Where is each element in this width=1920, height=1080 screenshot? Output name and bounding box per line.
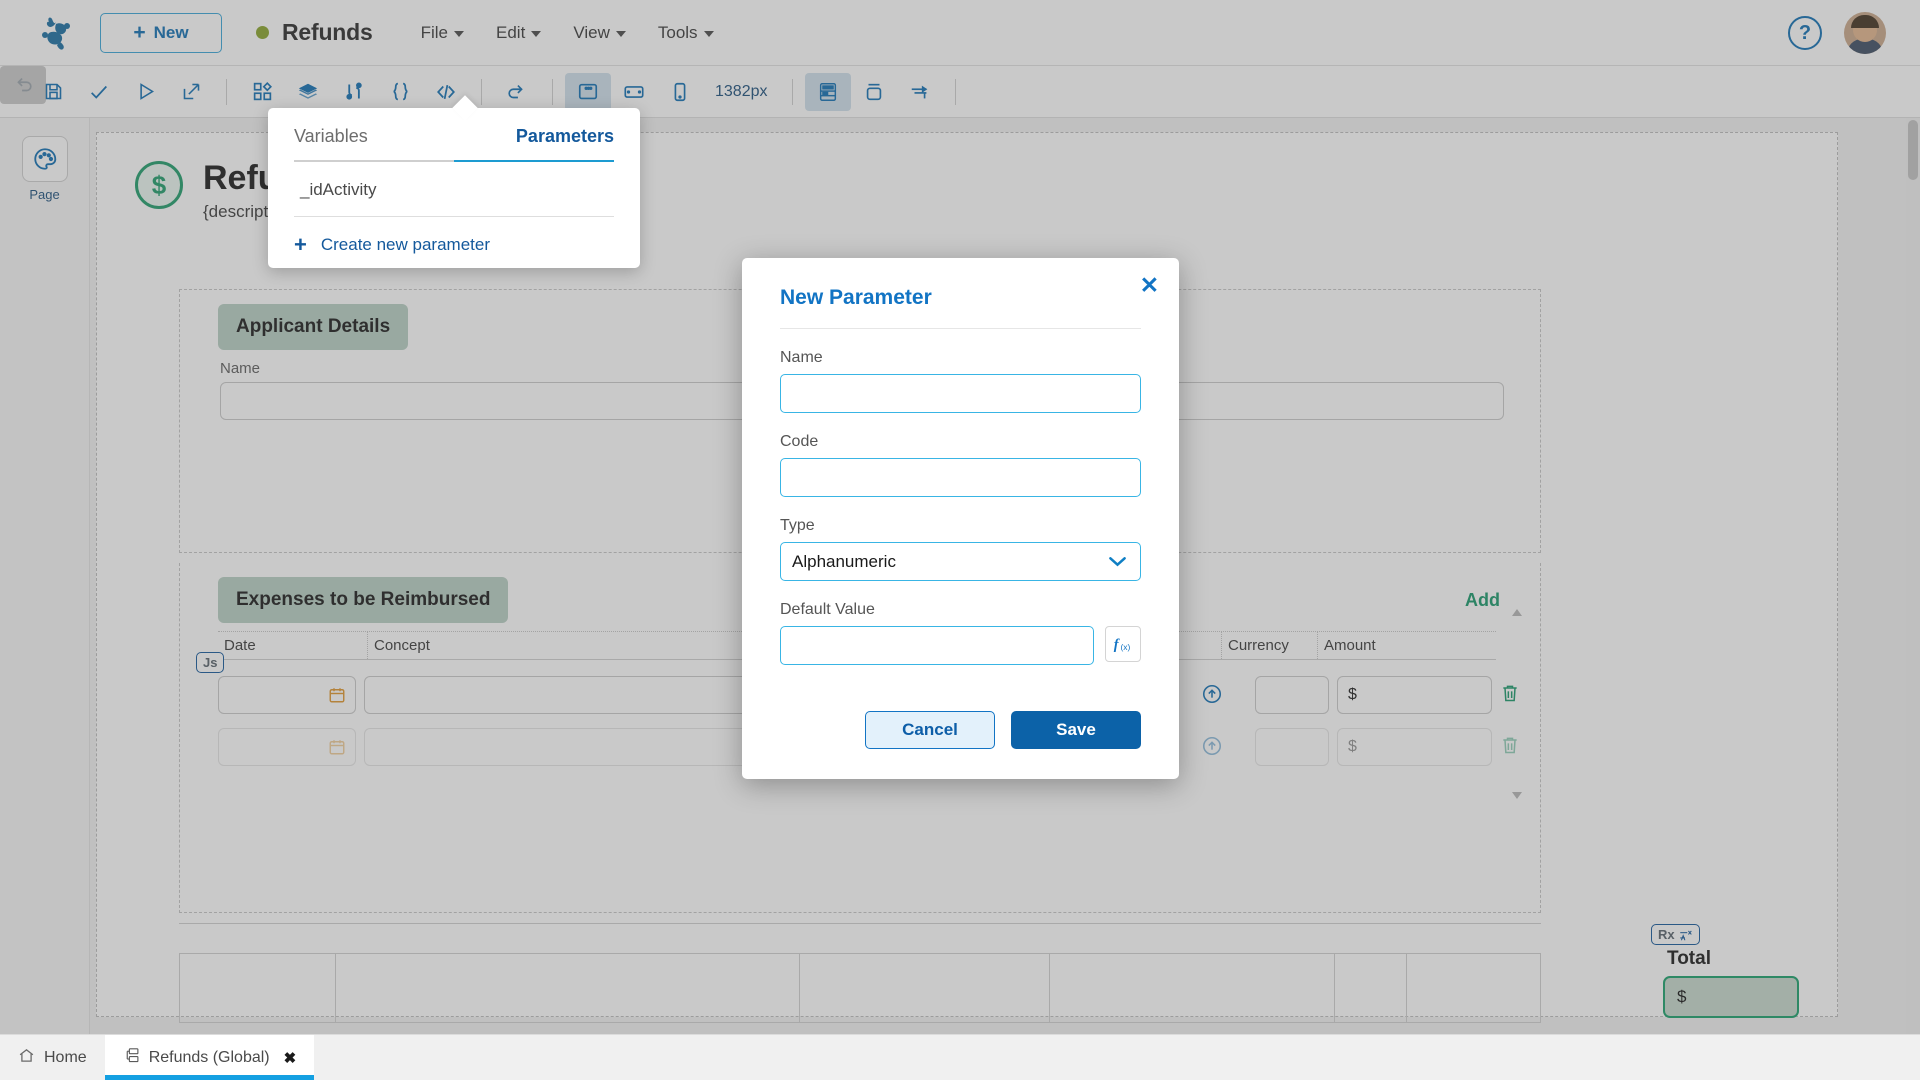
default-value-input[interactable] xyxy=(780,626,1094,665)
home-icon xyxy=(18,1047,35,1069)
footer-tab-home-label: Home xyxy=(44,1049,87,1067)
footer-tab-refunds[interactable]: Refunds (Global) ✖ xyxy=(105,1035,315,1080)
app-root: + New Refunds File Edit View Tools xyxy=(0,0,1920,1080)
code-input[interactable] xyxy=(780,458,1141,497)
parameters-popover[interactable]: Variables Parameters _idActivity + Creat… xyxy=(268,108,640,268)
parameter-list-item[interactable]: _idActivity xyxy=(294,162,614,217)
svg-text:(x): (x) xyxy=(1120,642,1130,652)
dialog-actions: Cancel Save xyxy=(780,711,1141,749)
name-input[interactable] xyxy=(780,374,1141,413)
plus-icon: + xyxy=(294,234,307,256)
footer-tab-home[interactable]: Home xyxy=(0,1035,105,1080)
label-default-value: Default Value xyxy=(780,601,1141,619)
popover-tabs: Variables Parameters xyxy=(294,108,614,160)
close-icon[interactable]: ✖ xyxy=(284,1049,297,1067)
dialog-divider xyxy=(780,328,1141,329)
svg-text:f: f xyxy=(1114,637,1120,653)
popover-tab-underline-active xyxy=(454,160,614,162)
create-new-parameter-button[interactable]: + Create new parameter xyxy=(294,217,614,256)
create-new-parameter-label: Create new parameter xyxy=(321,235,490,255)
save-button[interactable]: Save xyxy=(1011,711,1141,749)
new-parameter-dialog[interactable]: ✕ New Parameter Name Code Type Alphanume… xyxy=(742,258,1179,779)
label-name: Name xyxy=(780,349,1141,367)
flow-icon xyxy=(123,1047,140,1069)
footer-tabbar: Home Refunds (Global) ✖ xyxy=(0,1034,1920,1080)
dialog-title: New Parameter xyxy=(780,258,1141,310)
default-value-row: f (x) xyxy=(780,626,1141,665)
tab-variables[interactable]: Variables xyxy=(294,126,368,160)
label-code: Code xyxy=(780,433,1141,451)
formula-fx-icon[interactable]: f (x) xyxy=(1105,626,1141,662)
footer-tab-refunds-label: Refunds (Global) xyxy=(149,1049,270,1067)
close-icon[interactable]: ✕ xyxy=(1140,274,1159,297)
type-select[interactable]: Alphanumeric xyxy=(780,542,1141,581)
cancel-button[interactable]: Cancel xyxy=(865,711,995,749)
type-select-wrapper: Alphanumeric xyxy=(780,542,1141,581)
label-type: Type xyxy=(780,517,1141,535)
tab-parameters[interactable]: Parameters xyxy=(516,126,614,160)
